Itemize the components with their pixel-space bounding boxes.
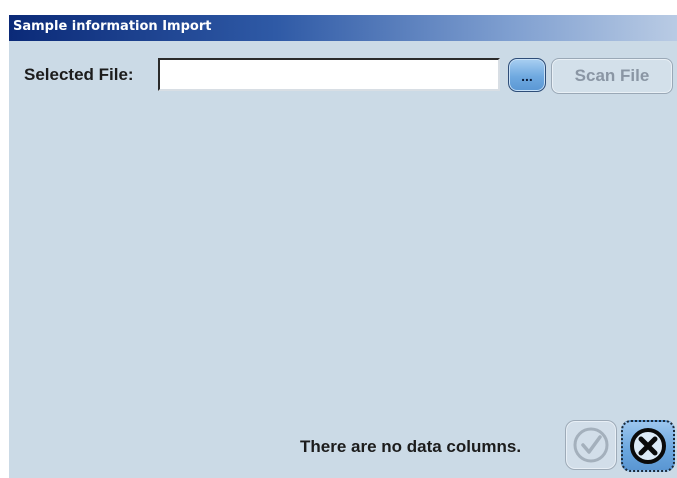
cancel-button[interactable] xyxy=(621,420,675,472)
scan-file-button[interactable]: Scan File xyxy=(551,58,673,94)
checkmark-circle-icon xyxy=(572,426,610,464)
window-title: Sample information Import xyxy=(13,19,212,34)
selected-file-label: Selected File: xyxy=(24,65,134,84)
import-dialog: Sample information Import Selected File:… xyxy=(9,15,677,478)
selected-file-input[interactable] xyxy=(158,58,500,91)
browse-button[interactable]: ... xyxy=(508,58,546,92)
browse-button-label: ... xyxy=(521,68,533,84)
status-message: There are no data columns. xyxy=(300,437,522,456)
x-circle-icon xyxy=(629,427,667,465)
ok-button[interactable] xyxy=(565,420,617,470)
title-bar: Sample information Import xyxy=(9,15,677,41)
scan-file-button-label: Scan File xyxy=(574,66,650,85)
